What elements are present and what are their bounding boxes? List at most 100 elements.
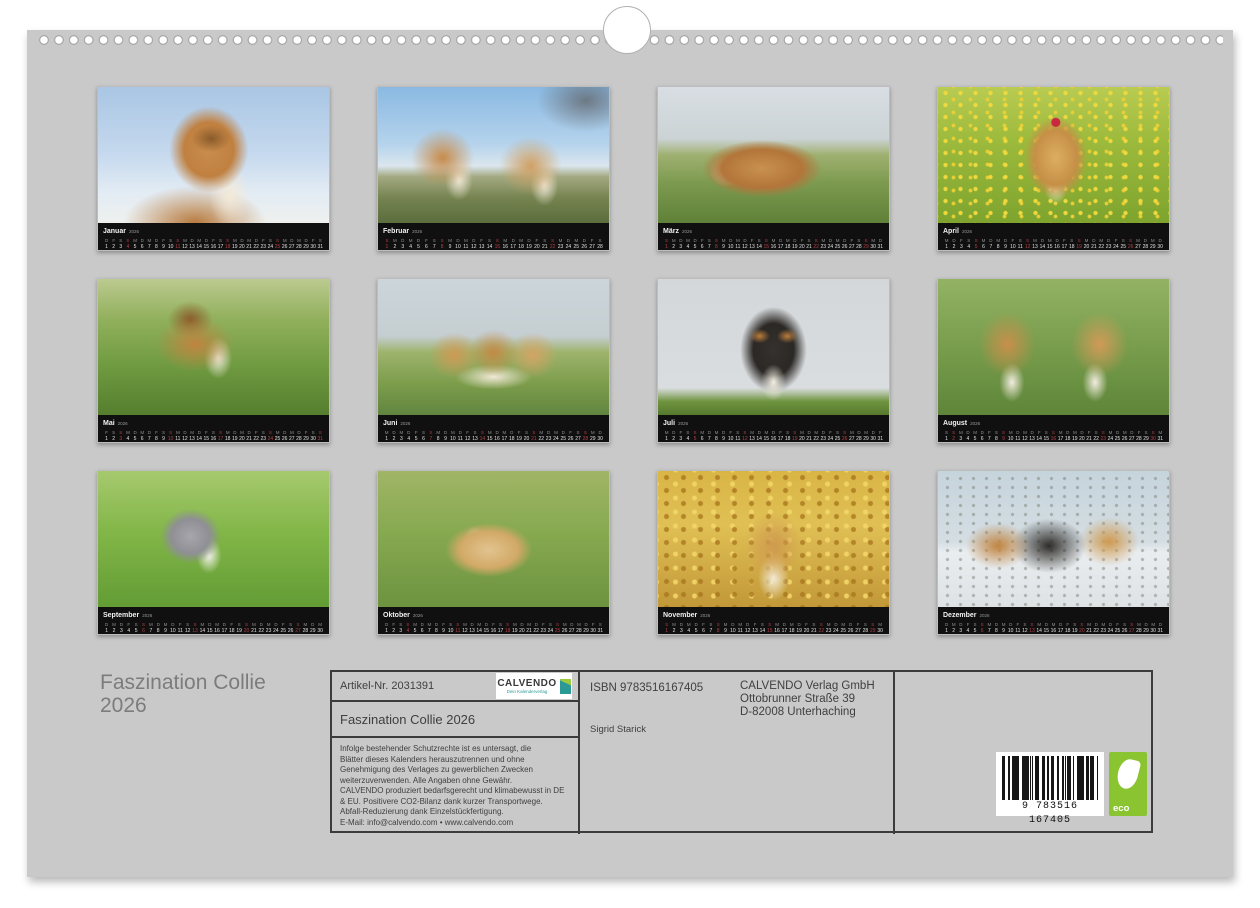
month-mini-calendar: S1M2D3M4D5F6S7S8M9D10M11D12F13S14S15M16D… bbox=[663, 238, 884, 250]
month-label: Oktober2026 bbox=[383, 609, 604, 620]
calendar-back-page: Januar2026 D1F2S3S4M5D6M7D8F9S10S11M12D1… bbox=[27, 30, 1233, 877]
month-name: September bbox=[103, 612, 139, 619]
product-title-row: Faszination Collie 2026 bbox=[332, 702, 578, 738]
month-year: 2026 bbox=[413, 613, 423, 618]
month-label: Juli2026 bbox=[663, 417, 884, 428]
month-mini-calendar: F1S2S3M4D5M6D7F8S9S10M11D12M13D14F15S16S… bbox=[103, 430, 324, 442]
info-table-column-left: Artikel-Nr. 2031391 CALVENDO Dein Kalend… bbox=[332, 672, 580, 834]
month-name: Juli bbox=[663, 420, 675, 427]
month-calendar-strip: März2026 S1M2D3M4D5F6S7S8M9D10M11D12F13S… bbox=[658, 223, 889, 250]
month-calendar-strip: April2026 M1D2F3S4S5M6D7M8D9F10S11S12M13… bbox=[938, 223, 1169, 250]
month-photo bbox=[378, 87, 609, 223]
publisher-line1: CALVENDO Verlag GmbH bbox=[740, 680, 875, 693]
month-mini-calendar: S1S2M3D4M5D6F7S8S9M10D11M12D13F14S15S16M… bbox=[943, 430, 1164, 442]
publisher-line2: Ottobrunner Straße 39 bbox=[740, 693, 875, 706]
publisher-address: CALVENDO Verlag GmbH Ottobrunner Straße … bbox=[740, 680, 875, 719]
month-mini-calendar: M1D2F3S4S5M6D7M8D9F10S11S12M13D14M15D16F… bbox=[663, 430, 884, 442]
month-mini-calendar: D1M2D3F4S5S6M7D8M9D10F11S12S13M14D15M16D… bbox=[103, 622, 324, 634]
month-name: November bbox=[663, 612, 697, 619]
month-name: Mai bbox=[103, 420, 115, 427]
info-table: Artikel-Nr. 2031391 CALVENDO Dein Kalend… bbox=[330, 670, 1153, 833]
month-year: 2026 bbox=[700, 613, 710, 618]
month-calendar-strip: Mai2026 F1S2S3M4D5M6D7F8S9S10M11D12M13D1… bbox=[98, 415, 329, 442]
month-thumb-12: Dezember2026 D1M2D3F4S5S6M7D8M9D10F11S12… bbox=[937, 470, 1170, 635]
leaf-icon bbox=[1115, 757, 1142, 791]
publisher-line3: D-82008 Unterhaching bbox=[740, 706, 875, 719]
eco-label: eco bbox=[1113, 803, 1129, 814]
month-name: Juni bbox=[383, 420, 397, 427]
month-label: Januar2026 bbox=[103, 225, 324, 236]
month-calendar-strip: Februar2026 S1M2D3M4D5F6S7S8M9D10M11D12F… bbox=[378, 223, 609, 250]
month-calendar-strip: September2026 D1M2D3F4S5S6M7D8M9D10F11S1… bbox=[98, 607, 329, 634]
month-name: Oktober bbox=[383, 612, 410, 619]
info-table-column-right: 9 783516 167405 eco bbox=[895, 672, 1151, 834]
month-thumb-2: Februar2026 S1M2D3M4D5F6S7S8M9D10M11D12F… bbox=[377, 86, 610, 251]
page-title: Faszination Collie 2026 bbox=[100, 671, 360, 717]
month-label: März2026 bbox=[663, 225, 884, 236]
month-label: Dezember2026 bbox=[943, 609, 1164, 620]
month-thumb-11: November2026 S1M2D3M4D5F6S7S8M9D10M11D12… bbox=[657, 470, 890, 635]
month-year: 2026 bbox=[678, 421, 688, 426]
month-thumb-7: Juli2026 M1D2F3S4S5M6D7M8D9F10S11S12M13D… bbox=[657, 278, 890, 443]
month-year: 2026 bbox=[970, 421, 980, 426]
hanger-notch bbox=[603, 6, 651, 54]
month-year: 2026 bbox=[129, 229, 139, 234]
month-photo bbox=[658, 279, 889, 415]
artikel-number: Artikel-Nr. 2031391 bbox=[340, 680, 434, 692]
info-table-column-middle: ISBN 9783516167405 CALVENDO Verlag GmbH … bbox=[580, 672, 895, 834]
month-thumb-5: Mai2026 F1S2S3M4D5M6D7F8S9S10M11D12M13D1… bbox=[97, 278, 330, 443]
month-photo bbox=[658, 87, 889, 223]
month-mini-calendar: S1M2D3M4D5F6S7S8M9D10M11D12F13S14S15M16D… bbox=[663, 622, 884, 634]
month-photo bbox=[378, 279, 609, 415]
month-mini-calendar: S1M2D3M4D5F6S7S8M9D10M11D12F13S14S15M16D… bbox=[383, 238, 604, 250]
calvendo-page-icon bbox=[560, 679, 571, 694]
month-calendar-strip: Oktober2026 D1F2S3S4M5D6M7D8F9S10S11M12D… bbox=[378, 607, 609, 634]
month-photo bbox=[98, 87, 329, 223]
month-mini-calendar: D1F2S3S4M5D6M7D8F9S10S11M12D13M14D15F16S… bbox=[103, 238, 324, 250]
month-mini-calendar: M1D2M3D4F5S6S7M8D9M10D11F12S13S14M15D16M… bbox=[383, 430, 604, 442]
eco-badge: eco bbox=[1109, 752, 1147, 816]
calvendo-logo: CALVENDO Dein Kalenderverlag bbox=[496, 673, 572, 699]
legal-text: Infolge bestehender Schutzrechte ist es … bbox=[332, 738, 578, 834]
calvendo-logo-tagline: Dein Kalenderverlag bbox=[497, 689, 556, 694]
month-name: April bbox=[943, 228, 959, 235]
barcode-bars bbox=[1002, 756, 1098, 800]
month-name: August bbox=[943, 420, 967, 427]
month-name: Februar bbox=[383, 228, 409, 235]
month-thumb-9: September2026 D1M2D3F4S5S6M7D8M9D10F11S1… bbox=[97, 470, 330, 635]
month-year: 2026 bbox=[979, 613, 989, 618]
month-name: Januar bbox=[103, 228, 126, 235]
month-year: 2026 bbox=[682, 229, 692, 234]
month-mini-calendar: D1F2S3S4M5D6M7D8F9S10S11M12D13M14D15F16S… bbox=[383, 622, 604, 634]
month-thumb-1: Januar2026 D1F2S3S4M5D6M7D8F9S10S11M12D1… bbox=[97, 86, 330, 251]
month-label: November2026 bbox=[663, 609, 884, 620]
month-photo bbox=[98, 471, 329, 607]
author-name: Sigrid Starick bbox=[590, 724, 646, 735]
month-year: 2026 bbox=[142, 613, 152, 618]
month-year: 2026 bbox=[412, 229, 422, 234]
month-thumb-6: Juni2026 M1D2M3D4F5S6S7M8D9M10D11F12S13S… bbox=[377, 278, 610, 443]
month-photo bbox=[938, 471, 1169, 607]
month-label: September2026 bbox=[103, 609, 324, 620]
month-calendar-strip: November2026 S1M2D3M4D5F6S7S8M9D10M11D12… bbox=[658, 607, 889, 634]
barcode-digits: 9 783516 167405 bbox=[1002, 800, 1098, 828]
month-thumb-3: März2026 S1M2D3M4D5F6S7S8M9D10M11D12F13S… bbox=[657, 86, 890, 251]
ean-barcode: 9 783516 167405 bbox=[996, 752, 1104, 816]
isbn-number: ISBN 9783516167405 bbox=[590, 682, 703, 694]
month-label: Februar2026 bbox=[383, 225, 604, 236]
month-photo bbox=[938, 87, 1169, 223]
month-label: April2026 bbox=[943, 225, 1164, 236]
month-thumb-10: Oktober2026 D1F2S3S4M5D6M7D8F9S10S11M12D… bbox=[377, 470, 610, 635]
month-photo bbox=[938, 279, 1169, 415]
month-photo bbox=[378, 471, 609, 607]
calvendo-logo-text: CALVENDO bbox=[497, 679, 556, 689]
month-photo bbox=[98, 279, 329, 415]
month-calendar-strip: Juli2026 M1D2F3S4S5M6D7M8D9F10S11S12M13D… bbox=[658, 415, 889, 442]
months-grid: Januar2026 D1F2S3S4M5D6M7D8F9S10S11M12D1… bbox=[97, 86, 1170, 635]
month-name: März bbox=[663, 228, 679, 235]
artikel-row: Artikel-Nr. 2031391 CALVENDO Dein Kalend… bbox=[332, 672, 578, 702]
month-photo bbox=[658, 471, 889, 607]
month-year: 2026 bbox=[962, 229, 972, 234]
month-calendar-strip: Dezember2026 D1M2D3F4S5S6M7D8M9D10F11S12… bbox=[938, 607, 1169, 634]
month-label: Mai2026 bbox=[103, 417, 324, 428]
